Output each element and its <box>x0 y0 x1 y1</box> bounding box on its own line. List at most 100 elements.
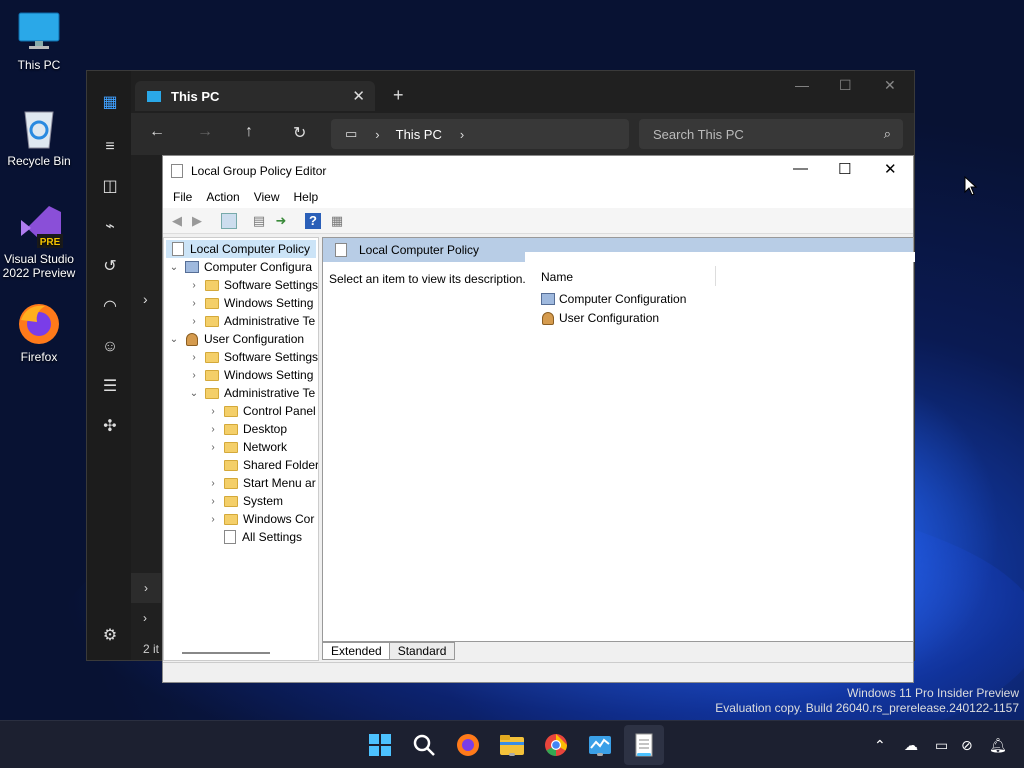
speed-icon[interactable]: ◠ <box>100 297 120 317</box>
tree-item-desktop[interactable]: › Desktop <box>207 420 287 438</box>
tree-item-network[interactable]: › Network <box>207 438 287 456</box>
title-bar: Local Group Policy Editor — ☐ ✕ <box>163 156 913 186</box>
export-list-icon[interactable]: ➜ <box>273 213 289 229</box>
close-button[interactable]: ✕ <box>884 77 896 94</box>
menu-help[interactable]: Help <box>294 190 319 204</box>
chevron-right-icon[interactable]: › <box>207 496 219 507</box>
chevron-right-icon[interactable]: › <box>207 478 219 489</box>
search-input[interactable]: Search This PC ⌕ <box>639 119 903 149</box>
desktop-icon-visual-studio[interactable]: PRE Visual Studio 2022 Preview <box>3 204 75 280</box>
chevron-right-icon[interactable]: › <box>207 424 219 435</box>
back-arrow-icon[interactable]: ← <box>149 123 165 141</box>
expand-arrow-icon[interactable]: › <box>143 611 147 625</box>
tree-item-all-settings[interactable]: All Settings <box>207 528 302 546</box>
chevron-up-icon[interactable]: ⌃ <box>874 737 886 754</box>
view-icon[interactable]: ▦ <box>329 213 345 229</box>
help-icon[interactable]: ? <box>305 213 321 229</box>
chevron-right-icon[interactable]: › <box>207 442 219 453</box>
group-policy-editor-window[interactable]: Local Group Policy Editor — ☐ ✕ File Act… <box>162 155 915 683</box>
maximize-button[interactable]: ☐ <box>839 77 852 94</box>
forward-arrow-icon[interactable]: ▶ <box>189 213 205 229</box>
minimize-button[interactable]: — <box>793 160 808 177</box>
folder-icon <box>205 387 219 399</box>
properties-icon[interactable]: ▤ <box>251 213 267 229</box>
taskbar-file-explorer[interactable] <box>498 731 526 759</box>
list-item-computer-configuration[interactable]: Computer Configuration <box>541 290 686 308</box>
tree-item-uc-administrative-templates[interactable]: ⌄ Administrative Te <box>188 384 315 402</box>
settings-icon[interactable]: ⚙ <box>100 626 120 646</box>
tree-item-system[interactable]: › System <box>207 492 283 510</box>
gallery-icon[interactable]: ▦ <box>100 93 120 113</box>
activity-icon[interactable]: ⌁ <box>100 217 120 237</box>
desktop-icon-firefox[interactable]: Firefox <box>4 302 74 364</box>
tree-item-control-panel[interactable]: › Control Panel <box>207 402 315 420</box>
onedrive-icon[interactable]: ☁ <box>904 737 918 754</box>
tree-item-computer-configuration[interactable]: ⌄ Computer Configura <box>168 258 312 276</box>
tree-item-uc-windows-settings[interactable]: › Windows Setting <box>188 366 313 384</box>
chevron-right-icon[interactable]: › <box>188 298 200 309</box>
column-separator[interactable] <box>715 266 716 286</box>
tab-close-icon[interactable]: ✕ <box>352 87 365 105</box>
chevron-right-icon[interactable]: › <box>207 406 219 417</box>
list-item-user-configuration[interactable]: User Configuration <box>541 309 659 327</box>
people-icon[interactable]: ☺ <box>100 337 120 357</box>
chevron-right-icon[interactable]: › <box>188 352 200 363</box>
breadcrumb-this-pc[interactable]: This PC <box>396 127 442 142</box>
menu-icon[interactable]: ≡ <box>100 137 120 157</box>
tree-item-cc-software-settings[interactable]: › Software Settings <box>188 276 318 294</box>
tab-extended[interactable]: Extended <box>322 642 391 660</box>
new-tab-button[interactable]: + <box>393 85 404 106</box>
puzzle-icon[interactable]: ✣ <box>100 417 120 437</box>
folder-icon <box>224 441 238 453</box>
notification-bell-icon[interactable]: 🔔︎ <box>989 737 1007 754</box>
monitor-icon <box>147 90 161 102</box>
taskbar-group-policy-editor[interactable] <box>630 731 658 759</box>
taskbar-task-manager[interactable] <box>586 731 614 759</box>
menu-view[interactable]: View <box>254 190 280 204</box>
chevron-down-icon[interactable]: ⌄ <box>168 334 180 345</box>
taskbar-firefox[interactable] <box>454 731 482 759</box>
expand-pane-button[interactable]: › <box>131 573 161 603</box>
history-icon[interactable]: ↺ <box>100 257 120 277</box>
up-arrow-icon[interactable]: ↑ <box>245 123 253 141</box>
layout-icon[interactable]: ◫ <box>100 177 120 197</box>
tab-this-pc[interactable]: This PC ✕ <box>135 81 375 111</box>
network-icon[interactable]: ⊘ <box>961 737 973 754</box>
tree-item-user-configuration[interactable]: ⌄ User Configuration <box>168 330 304 348</box>
minimize-button[interactable]: — <box>795 77 809 93</box>
chevron-down-icon[interactable]: ⌄ <box>188 388 200 399</box>
address-bar[interactable]: ▭ › This PC › <box>331 119 629 149</box>
search-button[interactable] <box>410 731 438 759</box>
tree-item-shared-folders[interactable]: Shared Folder <box>207 456 318 474</box>
tree-item-uc-software-settings[interactable]: › Software Settings <box>188 348 318 366</box>
tree-item-local-computer-policy[interactable]: Local Computer Policy <box>166 240 317 258</box>
chevron-right-icon[interactable]: › <box>207 514 219 525</box>
start-button[interactable] <box>366 731 394 759</box>
tree-item-cc-administrative-templates[interactable]: › Administrative Te <box>188 312 315 330</box>
list-icon[interactable]: ☰ <box>100 377 120 397</box>
chevron-down-icon[interactable]: ⌄ <box>168 262 180 273</box>
chevron-right-icon[interactable]: › <box>188 316 200 327</box>
expand-arrow-icon[interactable]: › <box>143 291 148 307</box>
tree-item-cc-windows-settings[interactable]: › Windows Setting <box>188 294 313 312</box>
horizontal-scrollbar[interactable] <box>182 652 270 654</box>
menu-file[interactable]: File <box>173 190 192 204</box>
settings-list-icon <box>224 530 236 544</box>
column-header-name[interactable]: Name <box>541 270 573 284</box>
maximize-button[interactable]: ☐ <box>838 160 851 178</box>
tree-item-start-menu[interactable]: › Start Menu ar <box>207 474 315 492</box>
tree-item-windows-components[interactable]: › Windows Cor <box>207 510 314 528</box>
forward-arrow-icon[interactable]: → <box>197 123 213 141</box>
display-icon[interactable]: ▭ <box>935 737 948 754</box>
chevron-right-icon[interactable]: › <box>188 280 200 291</box>
menu-action[interactable]: Action <box>206 190 239 204</box>
close-button[interactable]: ✕ <box>884 160 897 178</box>
show-hide-tree-icon[interactable] <box>221 213 237 229</box>
chevron-right-icon[interactable]: › <box>188 370 200 381</box>
refresh-icon[interactable]: ↻ <box>293 123 306 143</box>
desktop-icon-recycle-bin[interactable]: Recycle Bin <box>4 106 74 168</box>
tab-standard[interactable]: Standard <box>388 642 456 660</box>
desktop-icon-this-pc[interactable]: This PC <box>4 10 74 72</box>
back-arrow-icon[interactable]: ◀ <box>169 213 185 229</box>
taskbar-chrome[interactable] <box>542 731 570 759</box>
